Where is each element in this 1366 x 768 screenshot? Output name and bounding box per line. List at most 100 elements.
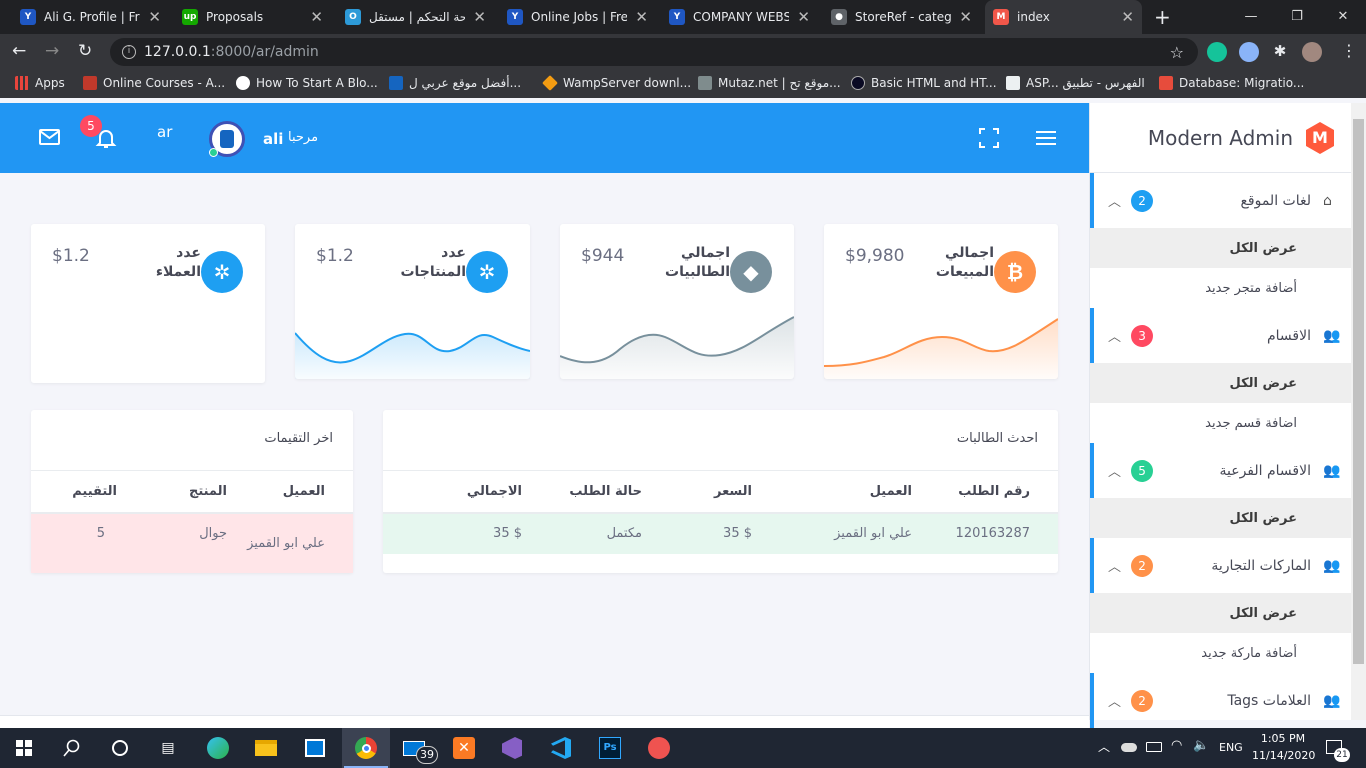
- latest-orders-panel: احدث الطالبات رقم الطلب العميل السعر حال…: [383, 410, 1058, 573]
- mail-icon[interactable]: [39, 129, 60, 145]
- latest-ratings-panel: اخر التقيمات العميل المنتج التقييم علي ا…: [31, 410, 353, 573]
- column-header: العميل: [243, 470, 353, 514]
- browser-menu-icon[interactable]: ⋮: [1341, 41, 1357, 60]
- page-scrollbar[interactable]: [1351, 103, 1366, 720]
- file-explorer-icon[interactable]: [254, 736, 278, 760]
- wifi-icon[interactable]: ◠: [1171, 738, 1182, 753]
- hamburger-menu-icon[interactable]: [1036, 130, 1056, 150]
- vscode-icon[interactable]: [549, 736, 573, 760]
- table-row[interactable]: علي ابو القميز جوال 5: [31, 512, 353, 573]
- close-window-icon[interactable]: ✕: [1320, 0, 1366, 34]
- fullscreen-icon[interactable]: [979, 128, 999, 152]
- visual-studio-icon[interactable]: [500, 736, 524, 760]
- reload-icon[interactable]: ↻: [78, 41, 92, 61]
- maximize-icon[interactable]: ❐: [1274, 0, 1320, 34]
- bookmark-item[interactable]: WampServer downl...: [542, 75, 691, 91]
- bookmark-favicon-icon: [1159, 76, 1173, 90]
- close-tab-icon[interactable]: ✕: [148, 8, 161, 26]
- browser-tab[interactable]: Y Ali G. Profile | Free ✕: [12, 0, 169, 34]
- stat-card-products: $1.2 عدد المنتاجات ✲: [295, 224, 530, 379]
- close-tab-icon[interactable]: ✕: [959, 8, 972, 26]
- profile-avatar[interactable]: [1302, 42, 1322, 62]
- bookmark-label: Mutaz.net | موقع تح...: [718, 76, 841, 90]
- minimize-icon[interactable]: —: [1228, 0, 1274, 34]
- bookmark-apps[interactable]: Apps: [15, 76, 65, 90]
- panel-title: اخر التقيمات: [264, 431, 333, 446]
- online-status-dot: [209, 148, 218, 157]
- sidebar-sub-item[interactable]: أضافة متجر جديد: [1090, 268, 1351, 308]
- clock-date[interactable]: 11/14/2020: [1252, 749, 1315, 762]
- sidebar-menu-brands[interactable]: ︿ 2 الماركات التجارية 👥: [1090, 538, 1351, 593]
- sidebar-sub-item[interactable]: اضافة قسم جديد: [1090, 403, 1351, 443]
- new-tab-icon[interactable]: +: [1154, 5, 1171, 29]
- bookmark-star-icon[interactable]: ☆: [1170, 43, 1184, 62]
- browser-tab[interactable]: Y Online Jobs | Freel ✕: [499, 0, 656, 34]
- sidebar-sub-item[interactable]: عرض الكل: [1090, 593, 1351, 633]
- ethereum-icon: ◆: [730, 251, 772, 293]
- tab-favicon-icon: Y: [20, 9, 36, 25]
- input-language[interactable]: ENG: [1219, 741, 1243, 754]
- app-icon[interactable]: [647, 736, 671, 760]
- extension-icon[interactable]: [1239, 42, 1259, 62]
- browser-tab-active[interactable]: M index ✕: [985, 0, 1142, 34]
- sidebar-menu-tags[interactable]: ︿ 2 Tags العلامات 👥: [1090, 673, 1351, 728]
- sidebar-sub-item[interactable]: عرض الكل: [1090, 498, 1351, 538]
- bookmark-item[interactable]: أفضل موقع عربي ل...: [389, 76, 521, 90]
- chevron-up-icon: ︿: [1108, 465, 1122, 480]
- menu-badge: 2: [1131, 689, 1154, 712]
- site-info-icon[interactable]: i: [122, 45, 136, 59]
- show-hidden-icons[interactable]: ︿: [1098, 738, 1110, 755]
- edge-icon[interactable]: [206, 736, 230, 760]
- tab-title: Ali G. Profile | Free: [44, 10, 140, 24]
- close-tab-icon[interactable]: ✕: [797, 8, 810, 26]
- bookmark-item[interactable]: Mutaz.net | موقع تح...: [698, 76, 841, 90]
- sidebar-menu-languages[interactable]: ︿ 2 لغات الموقع ⌂: [1090, 173, 1351, 228]
- username[interactable]: ali: [263, 130, 283, 148]
- sidebar-sub-item[interactable]: عرض الكل: [1090, 228, 1351, 268]
- task-view-icon[interactable]: ▤: [156, 736, 180, 760]
- browser-tab[interactable]: up Proposals ✕: [174, 0, 331, 34]
- browser-tab[interactable]: Y COMPANY WEBSIT ✕: [661, 0, 818, 34]
- table-row[interactable]: 120163287 علي ابو القميز $ 35 مكتمل $ 35: [383, 512, 1058, 554]
- cortana-icon[interactable]: [108, 736, 132, 760]
- xampp-icon[interactable]: ✕: [452, 736, 476, 760]
- url-field[interactable]: i 127.0.0.1:8000/ar/admin ☆: [110, 38, 1198, 66]
- close-tab-icon[interactable]: ✕: [1121, 8, 1134, 26]
- onedrive-icon[interactable]: [1121, 743, 1137, 752]
- stat-value: $9,980: [845, 246, 905, 266]
- volume-icon[interactable]: 🔈: [1193, 738, 1209, 753]
- battery-icon[interactable]: [1146, 742, 1162, 752]
- forward-icon[interactable]: →: [45, 41, 59, 61]
- close-tab-icon[interactable]: ✕: [473, 8, 486, 26]
- bookmark-item[interactable]: ASP... الفهرس - تطبيق: [1006, 76, 1145, 90]
- chrome-icon[interactable]: [354, 736, 378, 760]
- bookmark-item[interactable]: Basic HTML and HT...: [851, 76, 997, 90]
- close-tab-icon[interactable]: ✕: [310, 8, 323, 26]
- sidebar-menu-subcategories[interactable]: ︿ 5 الاقسام الفرعية 👥: [1090, 443, 1351, 498]
- back-icon[interactable]: ←: [12, 41, 26, 61]
- rating-customer: علي ابو القميز: [247, 535, 325, 551]
- stat-card-orders: $944 اجمالي الطالبيات ◆: [560, 224, 794, 379]
- bookmark-item[interactable]: Database: Migratio...: [1159, 76, 1304, 90]
- extensions-puzzle-icon[interactable]: ✱: [1270, 42, 1290, 62]
- products-sparkline: [295, 332, 530, 379]
- scrollbar-thumb[interactable]: [1353, 119, 1364, 664]
- grammarly-extension-icon[interactable]: [1207, 42, 1227, 62]
- windows-start-icon[interactable]: [12, 736, 36, 760]
- bookmark-item[interactable]: Online Courses - A...: [83, 76, 225, 90]
- photoshop-icon[interactable]: Ps: [598, 736, 622, 760]
- sidebar-sub-item[interactable]: عرض الكل: [1090, 363, 1351, 403]
- bookmark-favicon-icon: [698, 76, 712, 90]
- browser-tab[interactable]: ● StoreRef - categor ✕: [823, 0, 980, 34]
- browser-tab[interactable]: O لوحة التحكم | مستقل ✕: [337, 0, 494, 34]
- brand[interactable]: Modern Admin M: [1090, 103, 1351, 173]
- search-icon[interactable]: [60, 736, 84, 760]
- clock-time[interactable]: 1:05 PM: [1258, 732, 1308, 745]
- bookmark-item[interactable]: How To Start A Blo...: [236, 76, 378, 90]
- sidebar-menu-categories[interactable]: ︿ 3 الاقسام 👥: [1090, 308, 1351, 363]
- store-icon[interactable]: [303, 736, 327, 760]
- sidebar-sub-item[interactable]: أضافة ماركة جديد: [1090, 633, 1351, 673]
- menu-title: الماركات التجارية: [1211, 557, 1311, 574]
- language-switch[interactable]: ar: [157, 123, 172, 141]
- close-tab-icon[interactable]: ✕: [635, 8, 648, 26]
